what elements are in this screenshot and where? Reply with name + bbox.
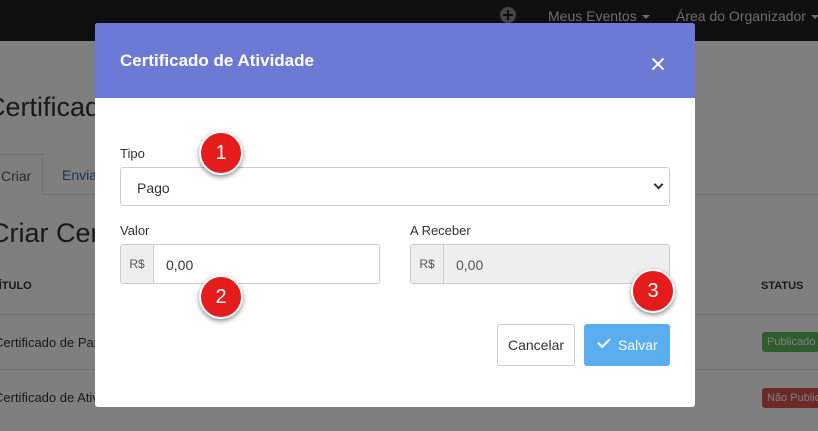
a-receber-label: A Receber	[410, 223, 471, 238]
valor-input[interactable]: R$ 0,00	[120, 244, 380, 284]
certificate-modal: Certificado de Atividade Tipo Pago Valor…	[95, 23, 695, 407]
save-button-label: Salvar	[618, 337, 658, 353]
valor-label: Valor	[120, 223, 150, 238]
a-receber-input-value: 0,00	[456, 257, 484, 273]
tipo-select-value: Pago	[137, 180, 170, 196]
save-button[interactable]: Salvar	[584, 324, 670, 366]
close-icon[interactable]	[648, 54, 668, 74]
currency-addon: R$	[121, 245, 154, 283]
currency-addon: R$	[411, 245, 444, 283]
step-marker-1: 1	[199, 131, 243, 175]
chevron-down-icon	[653, 179, 664, 190]
step-marker-3: 3	[631, 269, 675, 313]
valor-input-value: 0,00	[166, 257, 194, 273]
tipo-label: Tipo	[120, 146, 145, 161]
modal-title: Certificado de Atividade	[120, 51, 314, 70]
modal-header: Certificado de Atividade	[95, 23, 695, 98]
check-icon	[597, 334, 611, 349]
a-receber-input: R$ 0,00	[410, 244, 670, 284]
step-marker-2: 2	[199, 275, 243, 319]
cancel-button[interactable]: Cancelar	[497, 324, 575, 366]
tipo-select[interactable]: Pago	[120, 167, 670, 206]
